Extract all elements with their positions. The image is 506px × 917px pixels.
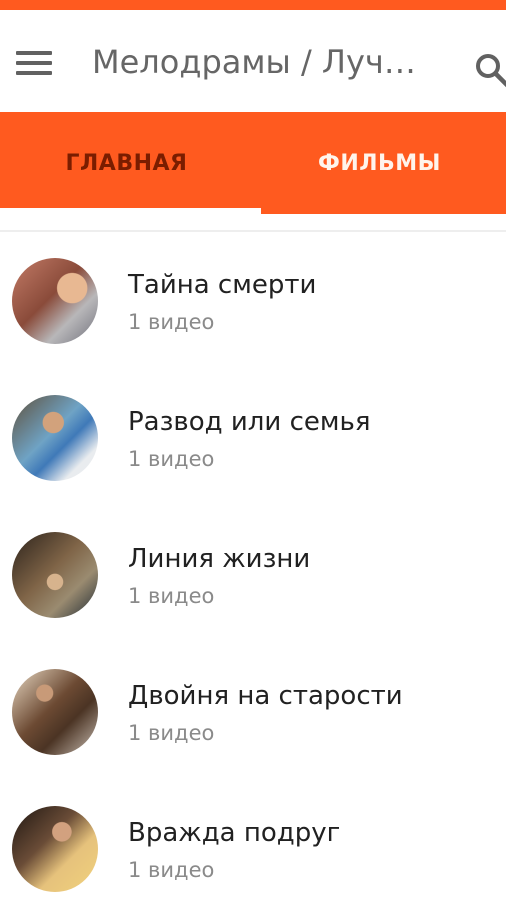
list-item[interactable]: Вражда подруг 1 видео <box>0 780 506 917</box>
tab-main[interactable]: ГЛАВНАЯ <box>0 112 253 214</box>
tab-indicator <box>0 208 261 214</box>
playlist-thumbnail <box>12 669 98 755</box>
status-strip <box>0 0 506 10</box>
page-title: Мелодрамы / Луч… <box>92 43 416 81</box>
playlist-title: Вражда подруг <box>128 818 341 848</box>
playlist-title: Развод или семья <box>128 407 371 437</box>
list-item[interactable]: Линия жизни 1 видео <box>0 506 506 643</box>
playlist-title: Тайна смерти <box>128 270 317 300</box>
list-item[interactable]: Тайна смерти 1 видео <box>0 232 506 369</box>
playlist-list: Тайна смерти 1 видео Развод или семья 1 … <box>0 232 506 917</box>
tab-bar: ГЛАВНАЯ ФИЛЬМЫ <box>0 112 506 214</box>
playlist-thumbnail <box>12 395 98 481</box>
playlist-video-count: 1 видео <box>128 858 215 882</box>
list-item[interactable]: Двойня на старости 1 видео <box>0 643 506 780</box>
list-item[interactable]: Развод или семья 1 видео <box>0 369 506 506</box>
app-toolbar: Мелодрамы / Луч… <box>0 10 506 112</box>
search-icon[interactable] <box>474 52 506 92</box>
tab-films[interactable]: ФИЛЬМЫ <box>253 112 506 214</box>
playlist-thumbnail <box>12 258 98 344</box>
playlist-video-count: 1 видео <box>128 310 215 334</box>
playlist-thumbnail <box>12 806 98 892</box>
playlist-title: Двойня на старости <box>128 681 403 711</box>
playlist-video-count: 1 видео <box>128 584 215 608</box>
playlist-video-count: 1 видео <box>128 447 215 471</box>
playlist-video-count: 1 видео <box>128 721 215 745</box>
playlist-thumbnail <box>12 532 98 618</box>
hamburger-menu-icon[interactable] <box>16 51 52 75</box>
playlist-title: Линия жизни <box>128 544 311 574</box>
